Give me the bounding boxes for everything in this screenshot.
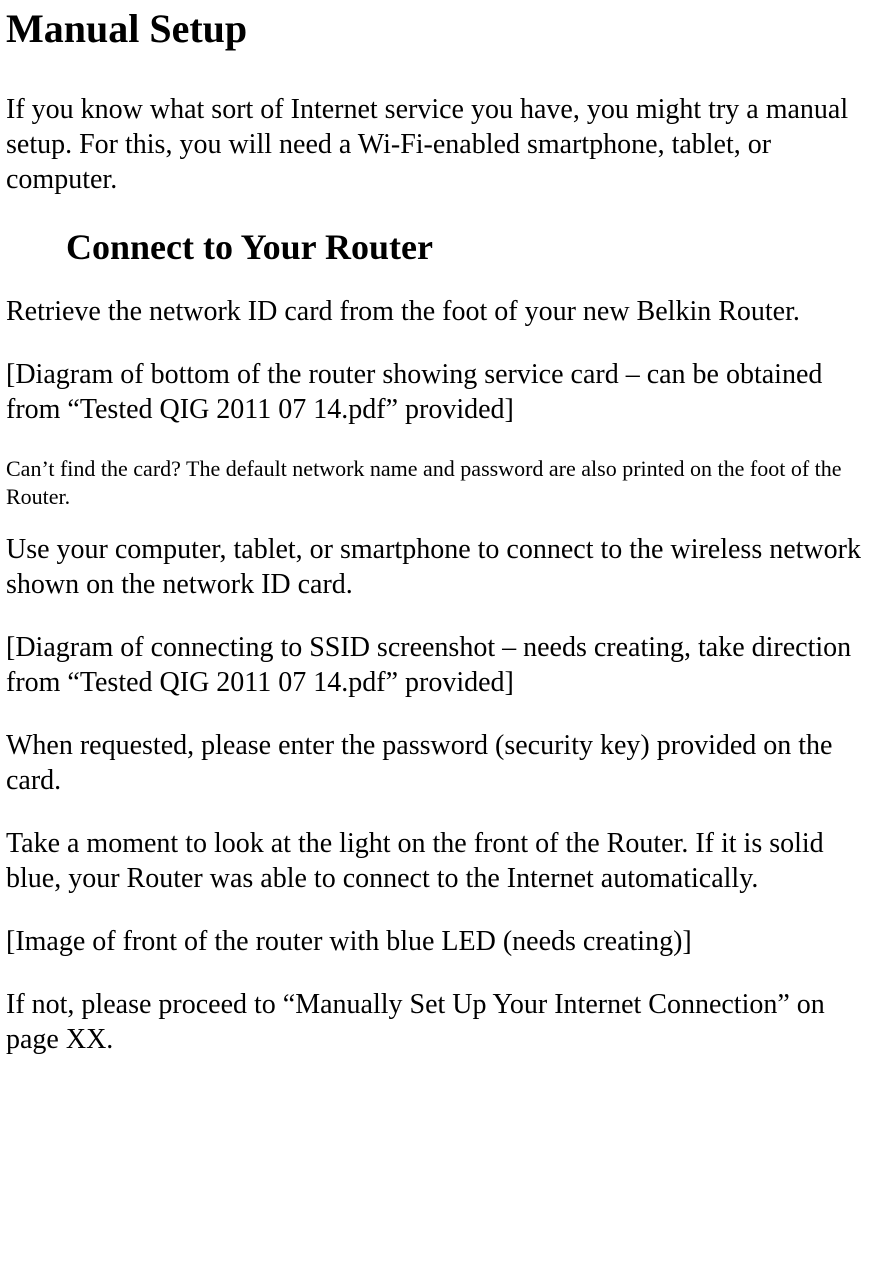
para-connect-device: Use your computer, tablet, or smartphone… bbox=[6, 532, 865, 602]
para-enter-password: When requested, please enter the passwor… bbox=[6, 728, 865, 798]
page-title: Manual Setup bbox=[6, 4, 865, 54]
para-light-check: Take a moment to look at the light on th… bbox=[6, 826, 865, 896]
para-retrieve-card: Retrieve the network ID card from the fo… bbox=[6, 294, 865, 329]
para-proceed-manual: If not, please proceed to “Manually Set … bbox=[6, 987, 865, 1057]
note-cant-find-card: Can’t find the card? The default network… bbox=[6, 455, 865, 510]
intro-paragraph: If you know what sort of Internet servic… bbox=[6, 92, 865, 197]
para-diagram-bottom: [Diagram of bottom of the router showing… bbox=[6, 357, 865, 427]
section-heading: Connect to Your Router bbox=[6, 225, 865, 270]
para-image-front-led: [Image of front of the router with blue … bbox=[6, 924, 865, 959]
para-diagram-ssid: [Diagram of connecting to SSID screensho… bbox=[6, 630, 865, 700]
